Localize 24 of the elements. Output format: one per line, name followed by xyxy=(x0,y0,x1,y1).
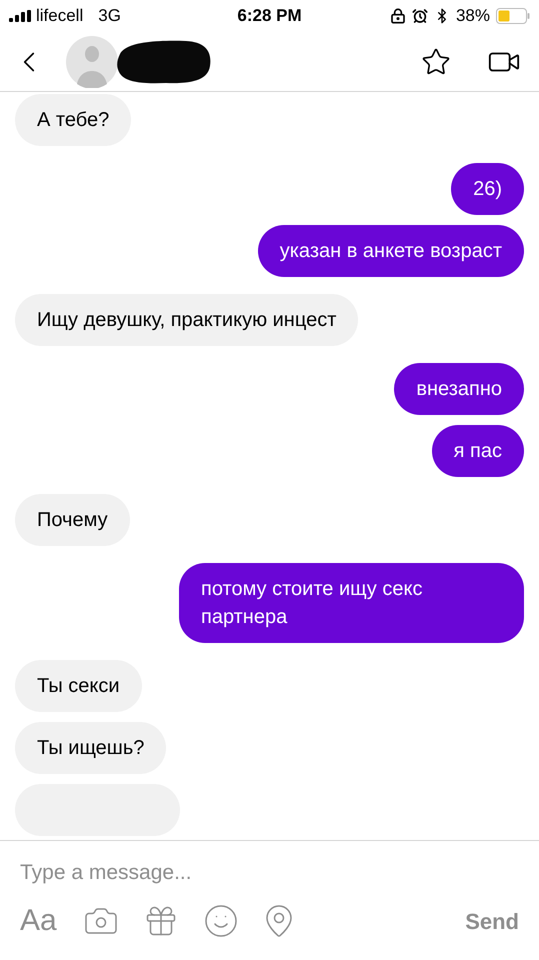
network-type: 3G xyxy=(98,5,121,28)
message-bubble: указан в анкете возраст xyxy=(258,225,524,277)
alarm-icon xyxy=(412,8,428,24)
carrier-name: lifecell xyxy=(36,5,84,28)
message-bubble: я пас xyxy=(432,425,524,477)
status-time: 6:28 PM xyxy=(236,5,303,28)
message-bubble: Ты секси xyxy=(15,660,142,712)
battery-icon xyxy=(496,8,530,24)
star-icon[interactable] xyxy=(421,46,451,76)
message-input[interactable]: Type a message... xyxy=(20,855,519,891)
font-icon[interactable]: Aa xyxy=(20,906,57,936)
message-bubble: 26) xyxy=(451,163,524,215)
rotation-lock-icon xyxy=(390,8,406,24)
send-button[interactable]: Send xyxy=(465,904,519,938)
emoji-icon[interactable] xyxy=(202,903,239,939)
battery-percent: 38% xyxy=(456,5,490,28)
message-bubble: Ищу девушку, практикую инцест xyxy=(15,294,358,346)
signal-icon xyxy=(9,10,31,22)
message-bubble: внезапно xyxy=(394,363,524,415)
message-bubble: Ты ищешь? xyxy=(15,722,166,774)
avatar-icon[interactable] xyxy=(66,36,118,88)
message-bubble: потому стоите ищу секс партнера xyxy=(179,563,524,643)
message-bubble: А тебе? xyxy=(15,94,132,146)
message-bubble: Почему xyxy=(15,494,130,546)
